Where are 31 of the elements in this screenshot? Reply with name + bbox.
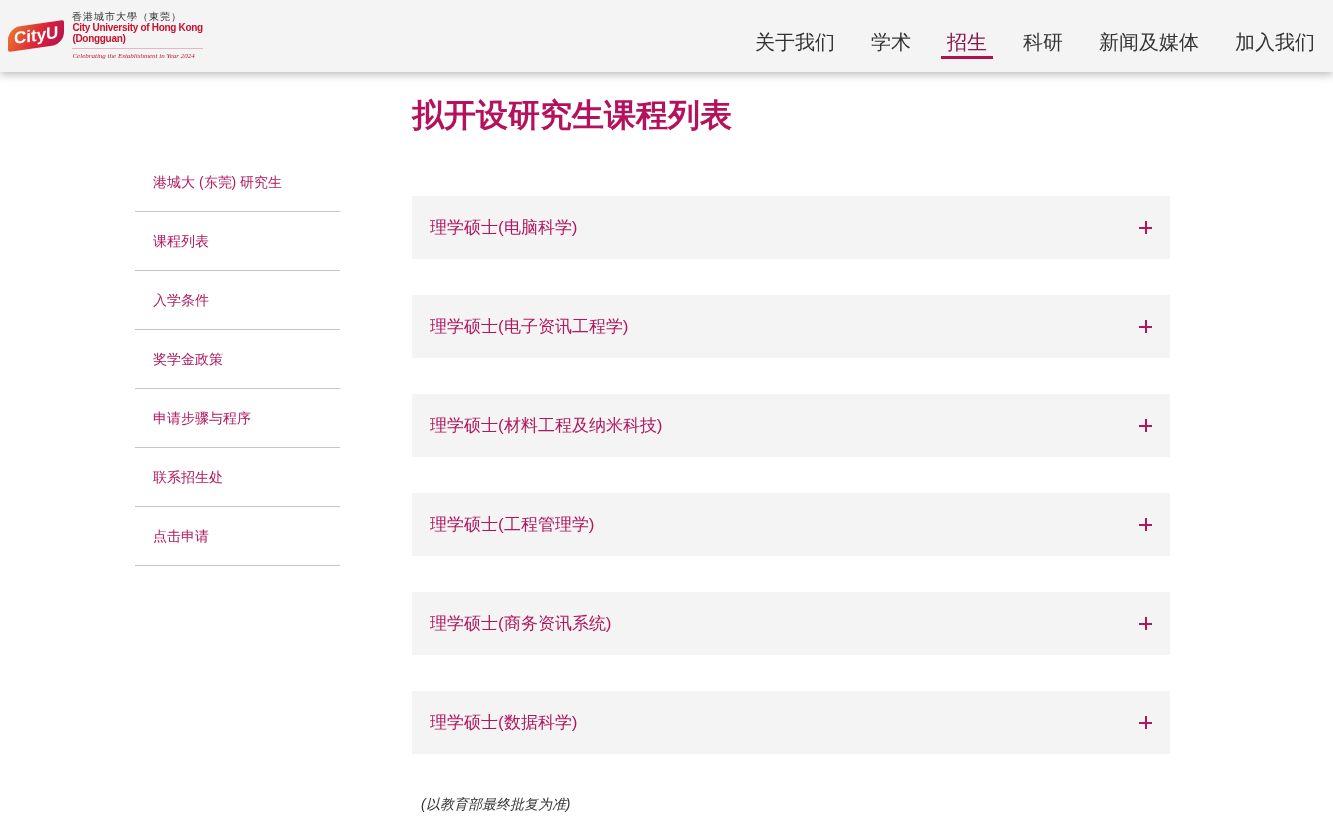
nav-tab[interactable]: 学术	[865, 29, 917, 59]
sidebar-link[interactable]: 申请步骤与程序	[135, 389, 340, 448]
programme-title: 理学硕士(电脑科学)	[430, 217, 578, 240]
programme-accordion[interactable]: 理学硕士(工程管理学)	[412, 493, 1170, 557]
sidebar-link[interactable]: 入学条件	[135, 271, 340, 330]
nav-tab[interactable]: 加入我们	[1229, 29, 1321, 59]
programme-accordion[interactable]: 理学硕士(数据科学)	[412, 691, 1170, 755]
programme-accordion[interactable]: 理学硕士(电子资讯工程学)	[412, 295, 1170, 359]
campus-name: (Dongguan)	[72, 32, 126, 44]
sidebar-link[interactable]: 课程列表	[135, 212, 340, 271]
programme-title: 理学硕士(商务资讯系统)	[430, 613, 612, 636]
programme-accordion[interactable]: 理学硕士(商务资讯系统)	[412, 592, 1170, 656]
sidebar-link[interactable]: 联系招生处	[135, 448, 340, 507]
university-name: 香港城市大學（東莞）	[72, 10, 184, 22]
page-title: 拟开设研究生课程列表	[412, 96, 733, 135]
programme-title: 理学硕士(电子资讯工程学)	[430, 316, 629, 339]
nav-tab[interactable]: 科研	[1017, 29, 1069, 59]
sidebar-link[interactable]: 点击申请	[135, 507, 340, 566]
programme-title: 理学硕士(数据科学)	[430, 712, 578, 735]
programme-accordion[interactable]: 理学硕士(电脑科学)	[412, 196, 1170, 260]
sidebar-link[interactable]: 奖学金政策	[135, 330, 340, 389]
note-text: (以教育部最终批复为准)	[421, 795, 572, 815]
programme-title: 理学硕士(工程管理学)	[430, 514, 595, 537]
sidebar-link[interactable]: 港城大 (东莞) 研究生	[135, 153, 340, 212]
programme-title: 理学硕士(材料工程及纳米科技)	[430, 415, 663, 438]
nav-tab[interactable]: 招生	[941, 29, 993, 59]
programme-accordion[interactable]: 理学硕士(材料工程及纳米科技)	[412, 394, 1170, 458]
university-name-english: City University of Hong Kong	[72, 21, 203, 33]
logo-mark[interactable]: CityU	[8, 19, 65, 53]
nav-tab[interactable]: 新闻及媒体	[1093, 29, 1205, 59]
nav-tab[interactable]: 关于我们	[749, 29, 841, 59]
